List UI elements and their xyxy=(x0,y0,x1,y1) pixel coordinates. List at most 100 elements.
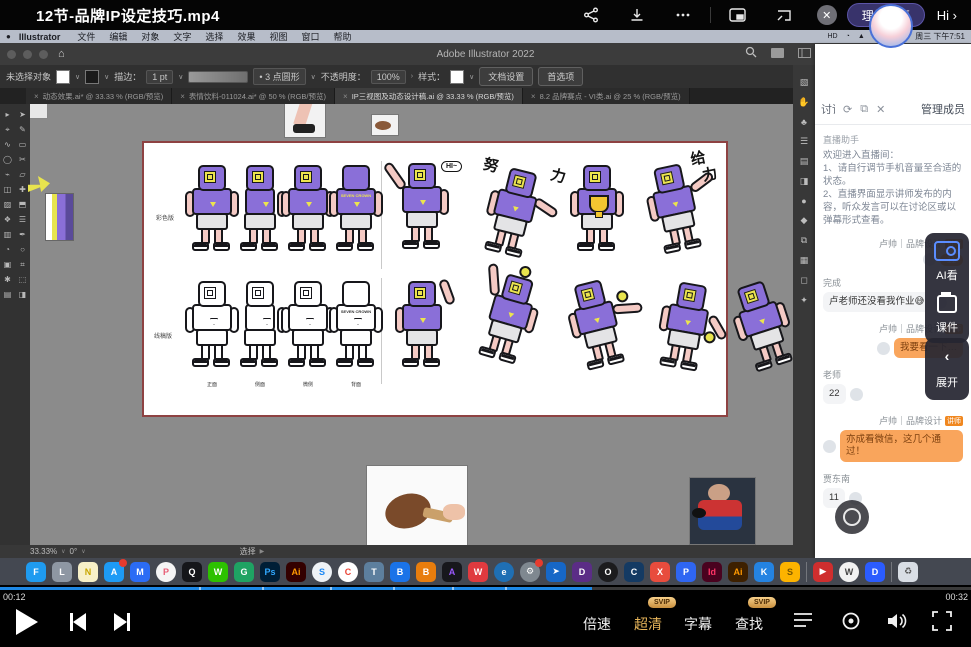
tool-11[interactable]: ✚ xyxy=(15,182,30,197)
tool-8[interactable]: ⌁ xyxy=(0,167,15,182)
tool-15[interactable]: ☰ xyxy=(15,212,30,227)
panel-icon-2[interactable]: ♣ xyxy=(801,117,807,127)
record-icon[interactable] xyxy=(841,611,861,636)
tab-close-icon[interactable]: × xyxy=(531,92,536,101)
tool-18[interactable]: ◔ xyxy=(0,242,15,257)
tool-25[interactable]: ◨ xyxy=(15,287,30,302)
ai-watch-label[interactable]: AI看 xyxy=(936,267,957,283)
panel-icon-0[interactable]: ▧ xyxy=(800,77,809,88)
play-button[interactable] xyxy=(16,609,38,635)
progress-bar[interactable] xyxy=(0,587,971,590)
dock-icon-app-store[interactable]: A xyxy=(104,562,124,582)
dock-icon-principle[interactable]: P xyxy=(676,562,696,582)
tool-9[interactable]: ▱ xyxy=(15,167,30,182)
document-setup-button[interactable]: 文档设置 xyxy=(479,67,533,86)
courseware-icon[interactable] xyxy=(937,295,957,313)
tool-22[interactable]: ✱ xyxy=(0,272,15,287)
character-side[interactable] xyxy=(237,165,283,265)
dock-icon-affinity[interactable]: A xyxy=(442,562,462,582)
dock-icon-qq[interactable]: Q xyxy=(182,562,202,582)
tool-13[interactable]: ⬒ xyxy=(15,197,30,212)
character-offboard[interactable] xyxy=(728,277,793,386)
dock-icon-blender[interactable]: B xyxy=(416,562,436,582)
dock-icon-photos[interactable]: P xyxy=(156,562,176,582)
dock-icon-settings[interactable]: ⚙ xyxy=(520,562,540,582)
style-swatch[interactable] xyxy=(450,70,464,84)
artboard[interactable]: 彩色版 线稿版 SEVEN CROWNHI~努力给力正面侧面微侧SEVEN CR… xyxy=(142,141,728,417)
tool-7[interactable]: ✂ xyxy=(15,152,30,167)
tool-19[interactable]: ○ xyxy=(15,242,30,257)
close-icon[interactable]: ✕ xyxy=(876,103,885,116)
character-back[interactable]: SEVEN CROWN xyxy=(333,165,379,265)
character-front-line[interactable]: 正面 xyxy=(189,281,235,381)
dock-icon-aperture[interactable]: O xyxy=(598,562,618,582)
panel-icon-8[interactable]: ⧉ xyxy=(801,235,807,246)
tool-5[interactable]: ▭ xyxy=(15,137,30,152)
menubar-status-icon-0[interactable]: HD xyxy=(828,33,838,40)
dock-icon-chrome[interactable]: C xyxy=(338,562,358,582)
tab-close-icon[interactable]: × xyxy=(34,92,39,101)
menu-7[interactable]: 窗口 xyxy=(301,30,319,43)
refresh-icon[interactable]: ⟳ xyxy=(843,103,852,116)
reference-photo-player[interactable] xyxy=(690,478,755,544)
fullscreen-icon[interactable] xyxy=(932,611,952,636)
tool-10[interactable]: ◫ xyxy=(0,182,15,197)
share-icon[interactable] xyxy=(580,4,602,26)
character-serve[interactable] xyxy=(471,271,543,380)
panel-icon-7[interactable]: ◆ xyxy=(801,215,808,226)
panel-icon-1[interactable]: ✋ xyxy=(798,97,809,108)
dock-icon-designer[interactable]: D xyxy=(572,562,592,582)
document-tab-3[interactable]: ×8.2 品牌赛点 - VI类.ai @ 25 % (RGB/预览) xyxy=(523,88,690,104)
panel-icon-3[interactable]: ☰ xyxy=(800,136,808,147)
opacity-input[interactable]: 100% xyxy=(371,70,406,84)
character-fist[interactable] xyxy=(399,281,445,381)
previous-button[interactable] xyxy=(70,613,86,631)
character-side-line[interactable]: 侧面 xyxy=(237,281,283,381)
dock-icon-docs-blue[interactable]: D xyxy=(865,562,885,582)
dock-icon-wechat[interactable]: W xyxy=(208,562,228,582)
dock-icon-meeting[interactable]: M xyxy=(130,562,150,582)
volume-icon[interactable] xyxy=(886,611,908,636)
reference-photo-small[interactable] xyxy=(30,104,47,118)
quality-button[interactable]: 超清 xyxy=(634,614,662,634)
tool-2[interactable]: ⌖ xyxy=(0,122,15,137)
tool-24[interactable]: ▤ xyxy=(0,287,15,302)
dock-icon-finder[interactable]: F xyxy=(26,562,46,582)
character-front-line[interactable]: 微侧 xyxy=(285,281,331,381)
character-front[interactable] xyxy=(574,165,620,265)
dock-icon-circle-w[interactable]: W xyxy=(839,562,859,582)
stroke-swatch[interactable] xyxy=(85,70,99,84)
menu-2[interactable]: 对象 xyxy=(141,30,159,43)
stroke-weight-input[interactable]: 1 pt xyxy=(146,70,173,84)
streamer-avatar[interactable] xyxy=(869,4,913,48)
dock-icon-wps[interactable]: W xyxy=(468,562,488,582)
dock-icon-launchpad[interactable]: L xyxy=(52,562,72,582)
character-front[interactable] xyxy=(285,165,331,265)
menubar-app-name[interactable]: Illustrator xyxy=(19,32,61,42)
ai-camera-icon[interactable] xyxy=(934,241,960,261)
document-tab-2[interactable]: ×IP三视图及动态设计稿.ai @ 33.33 % (RGB/预览) xyxy=(335,88,523,104)
dock-icon-trash[interactable]: ♻ xyxy=(898,562,918,582)
panel-icon-4[interactable]: ▤ xyxy=(800,156,809,167)
color-palette-thumbnail[interactable] xyxy=(45,193,74,241)
panel-icon-5[interactable]: ◨ xyxy=(800,176,809,187)
document-tab-0[interactable]: ×动态效果.ai* @ 33.33 % (RGB/预览) xyxy=(26,88,172,104)
reference-photo-hand-paddle[interactable] xyxy=(372,115,398,135)
tool-21[interactable]: ⌗ xyxy=(15,257,30,272)
character-lean-r[interactable]: 努力 xyxy=(478,165,547,273)
tool-3[interactable]: ✎ xyxy=(15,122,30,137)
document-tab-1[interactable]: ×表情饮料-011024.ai* @ 50 % (RGB/预览) xyxy=(172,88,335,104)
dock-icon-bilibili[interactable]: B xyxy=(390,562,410,582)
reference-photo-leg[interactable] xyxy=(285,104,325,137)
variable-width-profile[interactable] xyxy=(188,71,248,83)
hi-button[interactable]: Hi › xyxy=(937,8,957,23)
tool-20[interactable]: ▣ xyxy=(0,257,15,272)
dock-icon-xmind[interactable]: X xyxy=(650,562,670,582)
brush-select[interactable]: • 3 点圆形 xyxy=(253,68,305,85)
menu-5[interactable]: 效果 xyxy=(237,30,255,43)
dock-icon-cursor-app[interactable]: ➤ xyxy=(546,562,566,582)
expand-panel[interactable]: ‹ 展开 xyxy=(925,338,969,400)
panel-layout-icon[interactable] xyxy=(798,45,811,63)
courseware-label[interactable]: 课件 xyxy=(936,319,958,335)
speed-button[interactable]: 倍速 xyxy=(583,614,611,634)
